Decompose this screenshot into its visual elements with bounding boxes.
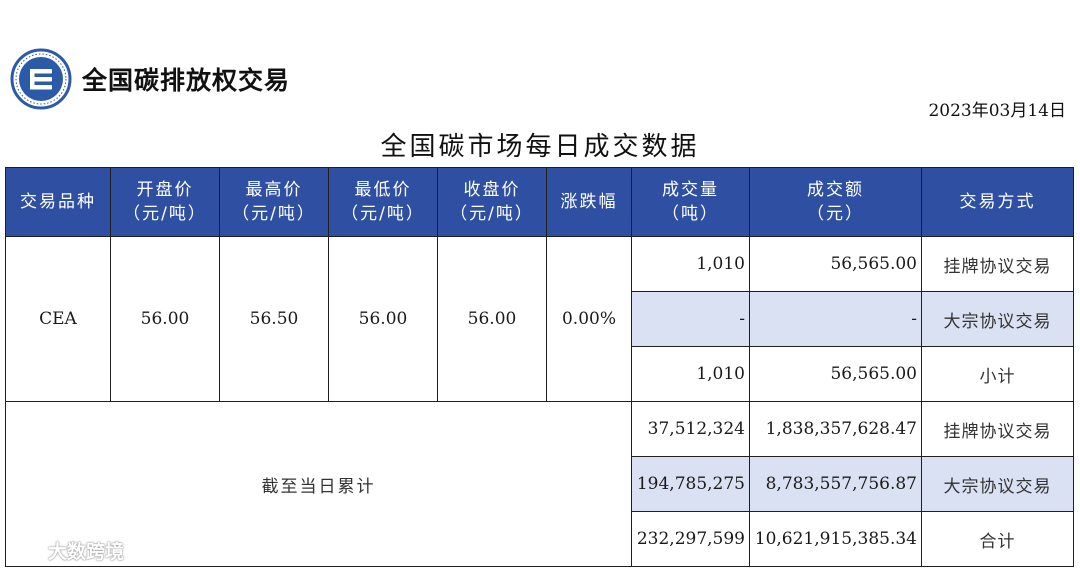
cell-amount: 10,621,915,385.34 bbox=[749, 511, 922, 567]
page-title: 全国碳市场每日成交数据 bbox=[380, 132, 700, 162]
col-header-change: 涨跌幅 bbox=[546, 167, 632, 237]
cell-amount: 56,565.00 bbox=[749, 236, 922, 292]
cell-volume: 37,512,324 bbox=[631, 401, 750, 457]
cell-method: 挂牌协议交易 bbox=[921, 236, 1074, 292]
col-header-open: 开盘价 （元/吨） bbox=[110, 167, 220, 237]
cell-volume: 194,785,275 bbox=[631, 456, 750, 512]
report-date: 2023年03月14日 bbox=[928, 101, 1066, 121]
col-header-close: 收盘价 （元/吨） bbox=[437, 167, 547, 237]
cell-open: 56.00 bbox=[110, 236, 220, 402]
table-row: CEA 56.00 56.50 56.00 56.00 0.00% 1,010 … bbox=[5, 236, 1074, 402]
col-header-high: 最高价 （元/吨） bbox=[219, 167, 329, 237]
cell-volume: 1,010 bbox=[631, 236, 750, 292]
col-header-low: 最低价 （元/吨） bbox=[328, 167, 438, 237]
cell-close: 56.00 bbox=[437, 236, 547, 402]
cell-method: 合计 bbox=[921, 511, 1074, 567]
table-row: 截至当日累计 37,512,324 1,838,357,628.47 挂牌协议交… bbox=[5, 401, 1074, 567]
cell-amount: 1,838,357,628.47 bbox=[749, 401, 922, 457]
cell-method: 挂牌协议交易 bbox=[921, 401, 1074, 457]
watermark-text: 大数跨境 bbox=[48, 541, 125, 563]
cell-amount: - bbox=[749, 291, 922, 347]
col-header-product: 交易品种 bbox=[5, 167, 111, 237]
cell-method: 大宗协议交易 bbox=[921, 456, 1074, 512]
watermark: 大数跨境 bbox=[10, 537, 124, 564]
brand-logo: 全国碳排放权交易 bbox=[10, 48, 290, 110]
chat-bubble-icon bbox=[10, 539, 43, 563]
col-header-volume: 成交量 （吨） bbox=[631, 167, 750, 237]
cell-volume: 1,010 bbox=[631, 346, 750, 402]
cell-volume: - bbox=[631, 291, 750, 347]
cell-method: 大宗协议交易 bbox=[921, 291, 1074, 347]
cell-amount: 8,783,557,756.87 bbox=[749, 456, 922, 512]
cell-product: CEA bbox=[5, 236, 111, 402]
cell-method: 小计 bbox=[921, 346, 1074, 402]
cell-high: 56.50 bbox=[219, 236, 329, 402]
trading-data-table: 交易品种 开盘价 （元/吨） 最高价 （元/吨） 最低价 （元/吨） 收盘价 （元/吨）… bbox=[5, 167, 1074, 567]
table-header-row: 交易品种 开盘价 （元/吨） 最高价 （元/吨） 最低价 （元/吨） 收盘价 （元/吨）… bbox=[5, 167, 1074, 237]
col-header-method: 交易方式 bbox=[921, 167, 1074, 237]
cell-amount: 56,565.00 bbox=[749, 346, 922, 402]
emblem-icon bbox=[10, 48, 72, 110]
col-header-amount: 成交额 （元） bbox=[749, 167, 922, 237]
cell-change: 0.00% bbox=[546, 236, 632, 402]
brand-name: 全国碳排放权交易 bbox=[82, 66, 291, 95]
cell-volume: 232,297,599 bbox=[631, 511, 750, 567]
cell-low: 56.00 bbox=[328, 236, 438, 402]
